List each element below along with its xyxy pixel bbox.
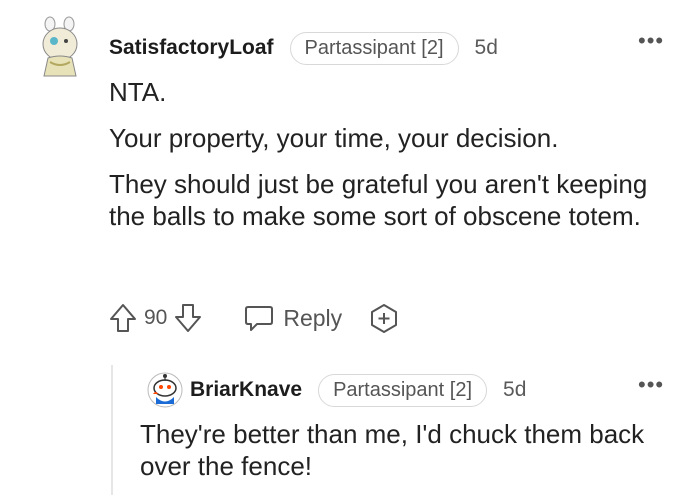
comment: SatisfactoryLoaf Partassipant [2] 5d •••… bbox=[0, 0, 700, 495]
vote-count: 90 bbox=[144, 306, 168, 329]
reply-button[interactable]: Reply bbox=[243, 303, 342, 333]
reply-more-options-icon[interactable]: ••• bbox=[638, 372, 664, 398]
downvote-icon[interactable] bbox=[173, 302, 203, 334]
comment-actions: 90 Reply bbox=[108, 298, 400, 338]
upvote-icon[interactable] bbox=[108, 302, 138, 334]
reply-text: They're better than me, I'd chuck them b… bbox=[140, 419, 645, 481]
reply-label: Reply bbox=[283, 304, 343, 331]
user-avatar[interactable] bbox=[36, 16, 88, 80]
comment-body: NTA. Your property, your time, your deci… bbox=[109, 76, 679, 246]
comment-header: SatisfactoryLoaf Partassipant [2] 5d bbox=[109, 30, 498, 66]
reply-header: BriarKnave Partassipant [2] 5d bbox=[190, 372, 526, 408]
comment-paragraph: They should just be grateful you aren't … bbox=[109, 169, 648, 231]
comment-author[interactable]: SatisfactoryLoaf bbox=[109, 36, 274, 60]
reply-author[interactable]: BriarKnave bbox=[190, 378, 302, 402]
comment-timestamp[interactable]: 5d bbox=[475, 36, 498, 60]
reply-bubble-icon bbox=[243, 303, 275, 333]
more-options-icon[interactable]: ••• bbox=[638, 28, 664, 54]
thread-line[interactable] bbox=[111, 365, 113, 495]
comment-paragraph: Your property, your time, your decision. bbox=[109, 123, 559, 153]
comment-paragraph: NTA. bbox=[109, 77, 167, 107]
reply-user-avatar[interactable] bbox=[146, 370, 184, 410]
reply-timestamp[interactable]: 5d bbox=[503, 378, 526, 402]
award-button[interactable] bbox=[368, 302, 400, 334]
award-icon bbox=[368, 302, 400, 334]
user-flair: Partassipant [2] bbox=[289, 31, 459, 65]
reply-user-flair: Partassipant [2] bbox=[318, 373, 488, 407]
reply-body: They're better than me, I'd chuck them b… bbox=[140, 418, 680, 482]
